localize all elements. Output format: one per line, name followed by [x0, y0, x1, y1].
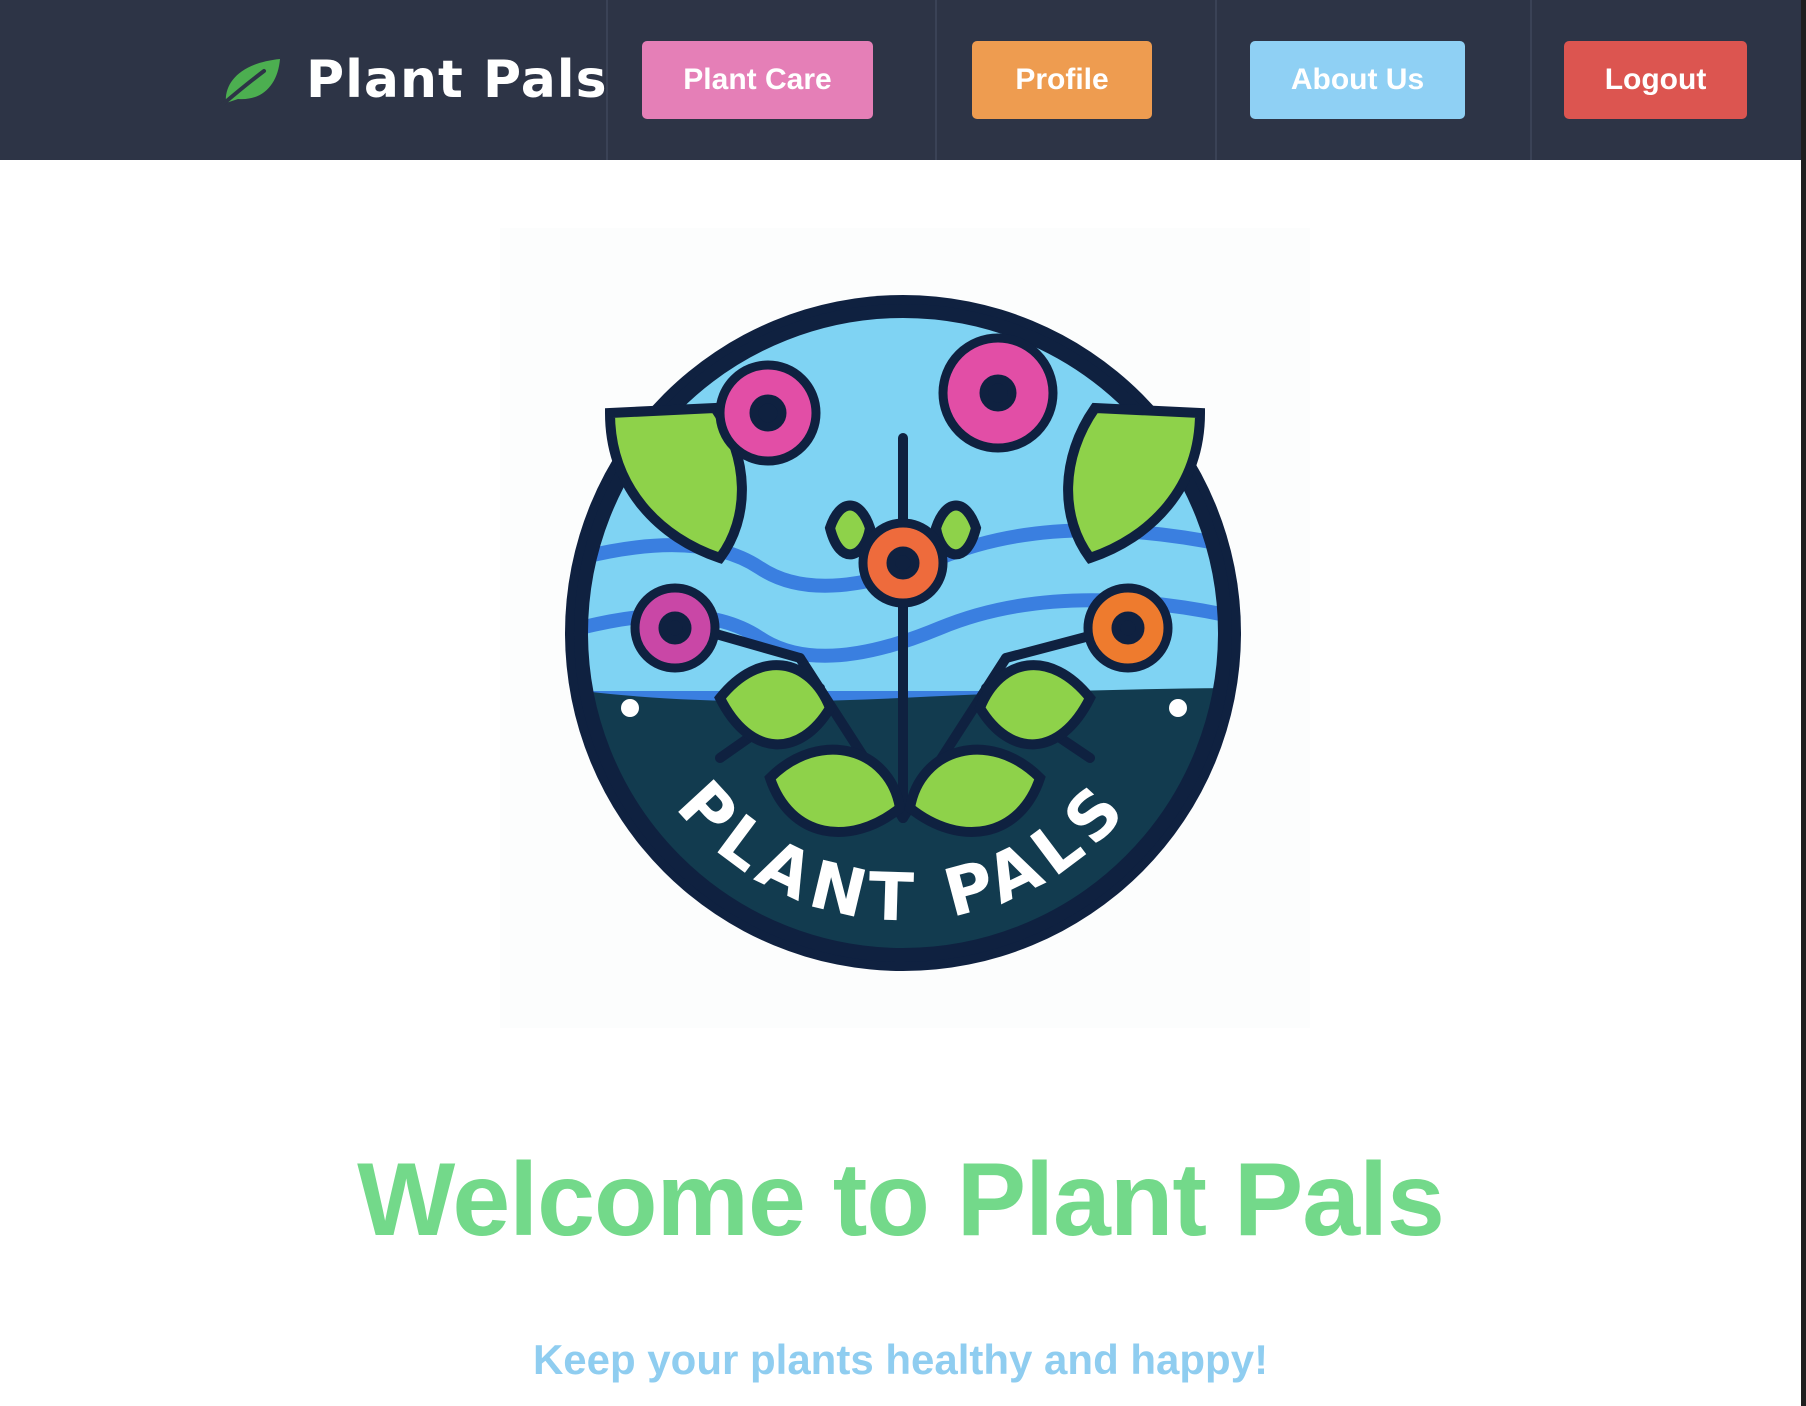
nav-divider	[1215, 0, 1217, 160]
brand-name: Plant Pals	[306, 50, 608, 110]
profile-button[interactable]: Profile	[972, 41, 1152, 119]
logo-image: PLANT PALS	[565, 295, 1241, 971]
navbar: Plant Pals Plant Care Profile About Us L…	[0, 0, 1801, 160]
logout-button[interactable]: Logout	[1564, 41, 1747, 119]
leaf-icon	[220, 59, 280, 107]
plant-pals-logo: PLANT PALS	[500, 228, 1310, 1028]
window-edge	[1801, 0, 1806, 1406]
page-title: Welcome to Plant Pals	[357, 1142, 1445, 1258]
page: Plant Pals Plant Care Profile About Us L…	[0, 0, 1806, 1406]
brand-link[interactable]: Plant Pals	[218, 40, 608, 120]
plant-care-button[interactable]: Plant Care	[642, 41, 873, 119]
nav-divider	[1530, 0, 1532, 160]
nav-divider	[935, 0, 937, 160]
about-us-button[interactable]: About Us	[1250, 41, 1465, 119]
page-subtitle: Keep your plants healthy and happy!	[532, 1336, 1269, 1383]
